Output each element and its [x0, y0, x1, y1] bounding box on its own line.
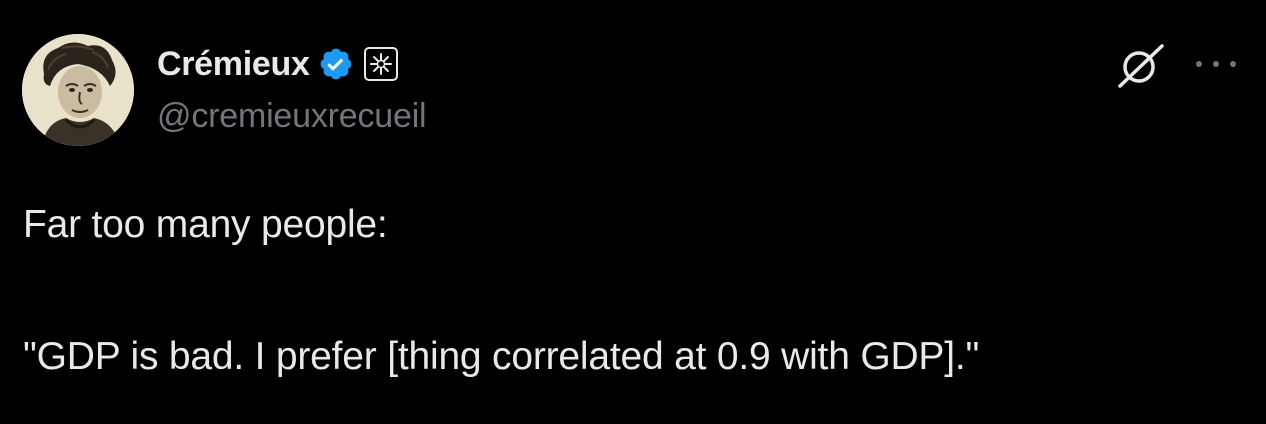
- grok-icon[interactable]: [1112, 40, 1170, 92]
- affiliate-badge-icon[interactable]: [363, 47, 398, 81]
- dot: [1213, 61, 1219, 67]
- tweet-text-line: Far too many people:: [23, 203, 388, 246]
- author-avatar[interactable]: [22, 34, 134, 146]
- dot: [1230, 61, 1236, 67]
- portrait-icon: [22, 34, 134, 146]
- tweet-text-line: "GDP is bad. I prefer [thing correlated …: [23, 335, 980, 378]
- author-display-name[interactable]: Crémieux: [157, 45, 310, 84]
- author-handle[interactable]: @cremieuxrecueil: [157, 97, 427, 136]
- author-name-row: Crémieux: [157, 40, 398, 88]
- dot: [1196, 61, 1202, 67]
- verified-badge-icon[interactable]: [318, 46, 354, 82]
- more-options-icon[interactable]: [1196, 58, 1236, 70]
- tweet-card: Crémieux @cremieuxrecueil Far too many p…: [0, 0, 1266, 424]
